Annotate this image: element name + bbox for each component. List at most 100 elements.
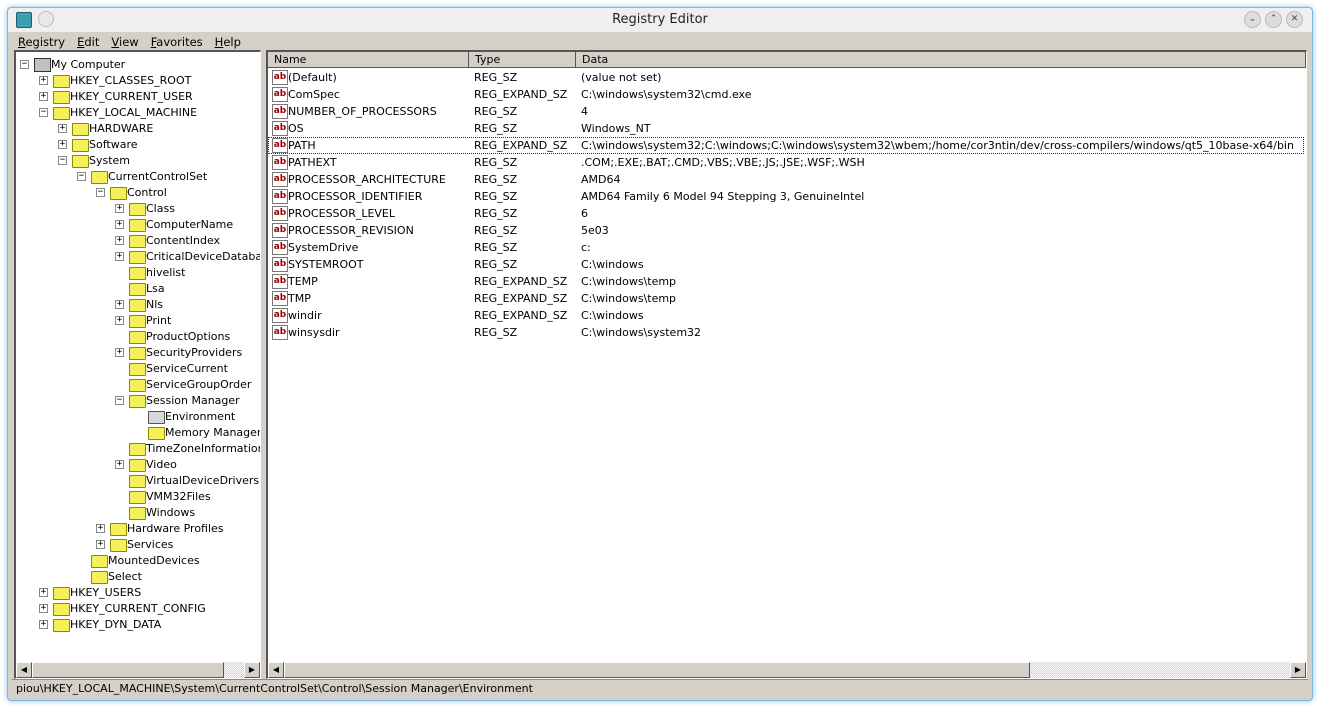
tree-item[interactable]: Lsa	[16, 281, 260, 297]
tree-item[interactable]: + Nls	[16, 297, 260, 313]
tree-item[interactable]: + ComputerName	[16, 217, 260, 233]
expand-icon[interactable]: +	[39, 92, 48, 101]
collapse-icon[interactable]: −	[20, 60, 29, 69]
tree-item[interactable]: − Control	[16, 185, 260, 201]
value-row[interactable]: ab OS REG_SZ Windows_NT	[268, 120, 1304, 137]
value-row[interactable]: ab SystemDrive REG_SZ c:	[268, 239, 1304, 256]
expand-icon[interactable]: +	[115, 252, 124, 261]
expand-icon[interactable]: +	[115, 236, 124, 245]
folder-icon	[129, 507, 146, 520]
scroll-thumb[interactable]	[284, 662, 1030, 678]
column-header-type[interactable]: Type	[469, 52, 576, 68]
value-row[interactable]: ab PROCESSOR_IDENTIFIER REG_SZ AMD64 Family…	[268, 188, 1304, 205]
expand-icon[interactable]: +	[58, 140, 67, 149]
tree-item[interactable]: + SecurityProviders	[16, 345, 260, 361]
collapse-icon[interactable]: −	[115, 396, 124, 405]
tree-item[interactable]: + Hardware Profiles	[16, 521, 260, 537]
scroll-thumb[interactable]	[32, 662, 224, 678]
menu-favorites[interactable]: Favorites	[145, 33, 209, 50]
collapse-icon[interactable]: −	[96, 188, 105, 197]
scroll-left-button[interactable]: ◀	[16, 662, 32, 678]
tree-item[interactable]: Memory Management	[16, 425, 260, 441]
value-row[interactable]: ab SYSTEMROOT REG_SZ C:\windows	[268, 256, 1304, 273]
scroll-left-button[interactable]: ◀	[268, 662, 284, 678]
value-row[interactable]: ab PATH REG_EXPAND_SZ C:\windows\system32;C…	[268, 137, 1304, 154]
tree-item[interactable]: + HKEY_CURRENT_USER	[16, 89, 260, 105]
value-row[interactable]: ab PROCESSOR_REVISION REG_SZ 5e03	[268, 222, 1304, 239]
tree-item[interactable]: + Class	[16, 201, 260, 217]
expand-icon[interactable]: +	[115, 316, 124, 325]
column-header-name[interactable]: Name	[268, 52, 469, 68]
value-row[interactable]: ab PROCESSOR_LEVEL REG_SZ 6	[268, 205, 1304, 222]
expand-icon[interactable]: +	[96, 540, 105, 549]
expand-icon[interactable]: +	[58, 124, 67, 133]
tree-item[interactable]: Select	[16, 569, 260, 585]
tree-item[interactable]: VirtualDeviceDrivers	[16, 473, 260, 489]
close-button[interactable]: ✕	[1286, 11, 1303, 28]
expand-icon[interactable]: +	[115, 348, 124, 357]
value-row[interactable]: ab (Default) REG_SZ (value not set)	[268, 69, 1304, 86]
tree-item[interactable]: + HKEY_CLASSES_ROOT	[16, 73, 260, 89]
tree-item[interactable]: + HKEY_DYN_DATA	[16, 617, 260, 633]
expand-icon[interactable]: +	[115, 460, 124, 469]
collapse-icon[interactable]: −	[77, 172, 86, 181]
tree-item[interactable]: VMM32Files	[16, 489, 260, 505]
tree-item[interactable]: + Services	[16, 537, 260, 553]
tree-item[interactable]: + ContentIndex	[16, 233, 260, 249]
tree-item[interactable]: ServiceGroupOrder	[16, 377, 260, 393]
expand-icon[interactable]: +	[96, 524, 105, 533]
tree-item[interactable]: hivelist	[16, 265, 260, 281]
minimize-button[interactable]: ⌄	[1244, 11, 1261, 28]
tree-item[interactable]: − Session Manager	[16, 393, 260, 409]
tree-item[interactable]: + Print	[16, 313, 260, 329]
collapse-icon[interactable]: −	[39, 108, 48, 117]
expand-icon[interactable]: +	[115, 300, 124, 309]
column-header-data[interactable]: Data	[576, 52, 1306, 68]
tree-item[interactable]: MountedDevices	[16, 553, 260, 569]
menu-help[interactable]: Help	[209, 33, 247, 50]
tree-item[interactable]: − My Computer	[16, 57, 260, 73]
values-list[interactable]: Name Type Data ◀ ▶ ab (Default) REG_SZ (val…	[266, 50, 1307, 679]
tree-item[interactable]: − System	[16, 153, 260, 169]
expand-icon[interactable]: +	[115, 204, 124, 213]
menu-edit[interactable]: Edit	[71, 33, 105, 50]
string-value-icon: ab	[272, 308, 288, 323]
value-row[interactable]: ab PATHEXT REG_SZ .COM;.EXE;.BAT;.CMD;.VBS;…	[268, 154, 1304, 171]
tree-item[interactable]: − HKEY_LOCAL_MACHINE	[16, 105, 260, 121]
tree-item[interactable]: Windows	[16, 505, 260, 521]
tree-item[interactable]: + HKEY_CURRENT_CONFIG	[16, 601, 260, 617]
value-row[interactable]: ab winsysdir REG_SZ C:\windows\system32	[268, 324, 1304, 341]
value-row[interactable]: ab ComSpec REG_EXPAND_SZ C:\windows\system3…	[268, 86, 1304, 103]
menu-view[interactable]: View	[105, 33, 144, 50]
key-tree[interactable]: ◀ ▶ − My Computer + HKEY_CLASSES_ROOT + HKEY_…	[14, 50, 261, 679]
tree-item[interactable]: TimeZoneInformation	[16, 441, 260, 457]
value-row[interactable]: ab NUMBER_OF_PROCESSORS REG_SZ 4	[268, 103, 1304, 120]
maximize-button[interactable]: ⌃	[1265, 11, 1282, 28]
tree-item[interactable]: + Video	[16, 457, 260, 473]
list-horizontal-scrollbar[interactable]: ◀ ▶	[268, 662, 1306, 678]
menu-registry[interactable]: Registry	[12, 33, 71, 50]
collapse-icon[interactable]: −	[58, 156, 67, 165]
tree-item[interactable]: ProductOptions	[16, 329, 260, 345]
value-row[interactable]: ab PROCESSOR_ARCHITECTURE REG_SZ AMD64	[268, 171, 1304, 188]
value-row[interactable]: ab TMP REG_EXPAND_SZ C:\windows\temp	[268, 290, 1304, 307]
tree-item[interactable]: + Software	[16, 137, 260, 153]
tree-item[interactable]: − CurrentControlSet	[16, 169, 260, 185]
string-value-icon: ab	[272, 223, 288, 238]
tree-item[interactable]: Environment	[16, 409, 260, 425]
expand-icon[interactable]: +	[39, 620, 48, 629]
expand-icon[interactable]: +	[115, 220, 124, 229]
expand-icon[interactable]: +	[39, 76, 48, 85]
tree-item[interactable]: + HARDWARE	[16, 121, 260, 137]
scroll-right-button[interactable]: ▶	[244, 662, 260, 678]
tree-item[interactable]: ServiceCurrent	[16, 361, 260, 377]
expand-icon[interactable]: +	[39, 588, 48, 597]
tree-item[interactable]: + HKEY_USERS	[16, 585, 260, 601]
value-data: c:	[581, 241, 591, 254]
value-row[interactable]: ab TEMP REG_EXPAND_SZ C:\windows\temp	[268, 273, 1304, 290]
scroll-right-button[interactable]: ▶	[1290, 662, 1306, 678]
tree-horizontal-scrollbar[interactable]: ◀ ▶	[16, 662, 260, 678]
tree-item[interactable]: + CriticalDeviceDatabase	[16, 249, 260, 265]
value-row[interactable]: ab windir REG_EXPAND_SZ C:\windows	[268, 307, 1304, 324]
expand-icon[interactable]: +	[39, 604, 48, 613]
